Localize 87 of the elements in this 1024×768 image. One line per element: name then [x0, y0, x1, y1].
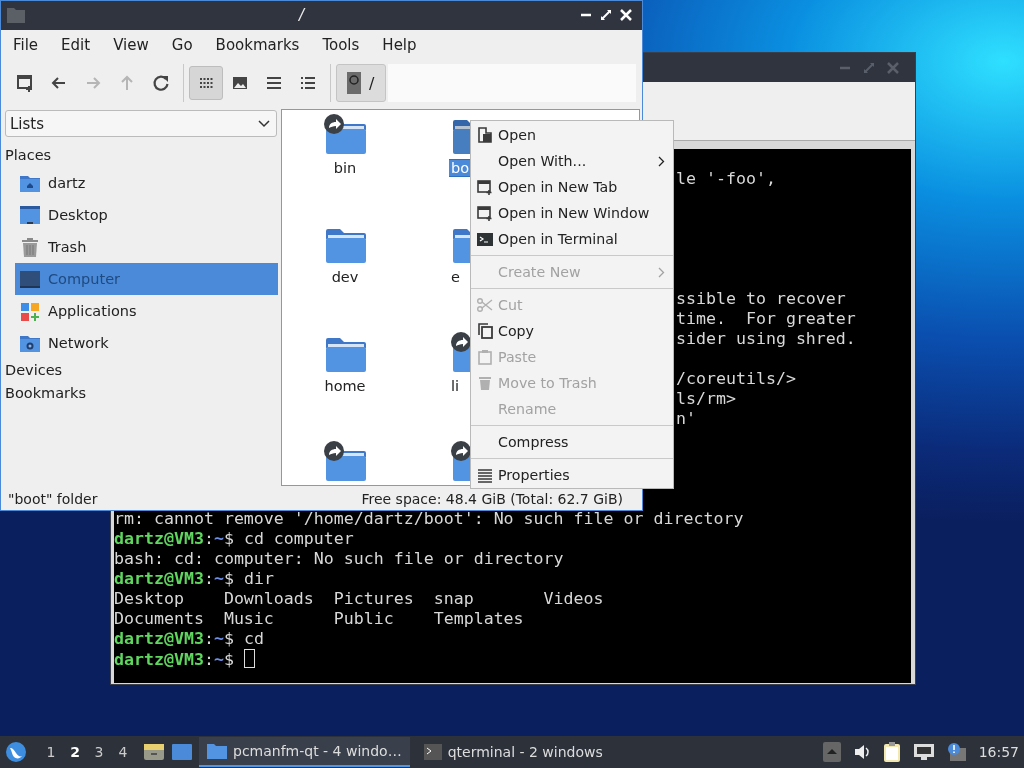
section-heading[interactable]: Devices — [5, 359, 278, 383]
terminal-line: Desktop Downloads Pictures snap Videos — [114, 589, 604, 608]
start-menu-icon[interactable] — [5, 741, 27, 763]
place-item[interactable]: Network — [15, 327, 278, 360]
terminal-prompt-line: dartz@VM3:~$ cd — [114, 629, 264, 648]
menu-item[interactable]: Edit — [51, 35, 101, 54]
clipboard-icon — [476, 348, 494, 366]
menu-item[interactable]: Open in New Tab — [471, 174, 673, 200]
terminal-icon — [423, 744, 442, 760]
place-item[interactable]: Trash — [15, 231, 278, 264]
new-window-icon — [15, 73, 35, 94]
menu-item[interactable]: Open — [471, 122, 673, 148]
file-name[interactable]: e — [449, 269, 462, 286]
menu-item[interactable]: Open in Terminal — [471, 226, 673, 252]
terminal-line: time. For greater — [676, 309, 856, 328]
terminal-line: Documents Music Public Templates — [114, 609, 524, 628]
scissors-icon — [476, 296, 494, 314]
file-name[interactable]: bin — [331, 160, 359, 177]
chevron-right-icon — [658, 156, 665, 167]
terminal-line: /coreutils/> — [676, 369, 796, 388]
menu-item[interactable]: Copy — [471, 318, 673, 344]
place-item[interactable]: Applications — [15, 295, 278, 328]
status-text: "boot" folder — [8, 490, 98, 507]
terminal-line: bash: cd: computer: No such file or directory — [114, 549, 564, 568]
menu-item[interactable]: File — [3, 35, 49, 54]
free-space-text: Free space: 48.4 GiB (Total: 62.7 GiB) — [361, 490, 623, 507]
menu-item[interactable]: Open in New Window — [471, 200, 673, 226]
clipboard-icon[interactable] — [882, 741, 901, 763]
panel-dropdown[interactable]: Lists — [5, 110, 277, 138]
icon-view-button[interactable] — [189, 66, 223, 101]
properties-icon — [476, 466, 494, 484]
place-item[interactable]: dartz — [15, 167, 278, 200]
terminal-line: le '-foo', — [676, 169, 776, 188]
file-name[interactable]: bo — [449, 160, 471, 177]
volume-icon[interactable] — [852, 743, 871, 761]
terminal-line: sider using shred. — [676, 329, 856, 348]
window-title: / — [297, 6, 307, 25]
new-tab-icon — [476, 178, 494, 196]
section-heading[interactable]: Places — [5, 144, 278, 168]
taskbar-button[interactable]: qterminal - 2 windows — [415, 737, 611, 767]
desktop-icon — [19, 204, 41, 227]
menu-item[interactable]: Properties — [471, 462, 673, 488]
chevron-right-icon — [658, 267, 665, 278]
terminal-line: rm: cannot remove '/home/dartz/boot': No such file or directory — [114, 509, 744, 528]
path-button[interactable]: / — [336, 64, 386, 103]
menu-item[interactable]: Go — [161, 35, 203, 54]
folder-icon — [7, 7, 25, 24]
desktop-switcher[interactable]: 3 — [87, 744, 111, 760]
file-name[interactable]: home — [322, 378, 368, 395]
desktop-switcher[interactable]: 2 — [63, 744, 87, 760]
clock: 16:57 — [978, 744, 1019, 760]
copy-icon — [476, 322, 494, 340]
menu-item[interactable]: Help — [372, 35, 427, 54]
place-item[interactable]: Desktop — [15, 199, 278, 232]
terminal-line: ssible to recover — [676, 289, 846, 308]
menu-item[interactable]: Bookmarks — [205, 35, 310, 54]
file-drawer-icon[interactable] — [143, 742, 165, 762]
applications-icon — [19, 300, 41, 323]
taskbar-button[interactable]: pcmanfm-qt - 4 windo… — [199, 737, 410, 767]
document-icon — [476, 126, 494, 144]
file-name[interactable]: li — [449, 378, 462, 395]
terminal-prompt-line: dartz@VM3:~$ — [114, 650, 234, 669]
tray-expand-icon[interactable] — [822, 742, 841, 762]
drive-icon — [347, 72, 361, 95]
terminal-prompt-line: dartz@VM3:~$ cd computer — [114, 529, 354, 548]
computer-icon — [19, 268, 41, 291]
menu-item[interactable]: View — [103, 35, 159, 54]
section-heading[interactable]: Bookmarks — [5, 382, 278, 406]
network-icon[interactable] — [912, 743, 935, 761]
trash-icon — [19, 236, 41, 259]
folder-icon — [207, 743, 227, 759]
desktop-icon[interactable] — [171, 743, 193, 761]
trash-icon — [476, 374, 494, 392]
terminal-prompt-line: dartz@VM3:~$ dir — [114, 569, 274, 588]
chevron-down-icon — [258, 119, 270, 128]
reload-icon — [151, 73, 171, 94]
desktop-switcher[interactable]: 1 — [39, 744, 63, 760]
terminal-line: ls/rm> — [676, 389, 736, 408]
notification-icon[interactable] — [946, 742, 967, 762]
desktop-switcher[interactable]: 4 — [111, 744, 135, 760]
new-window-icon — [476, 204, 494, 222]
menu-item[interactable]: Tools — [312, 35, 370, 54]
menu-item[interactable]: Open With... — [471, 148, 673, 174]
file-name[interactable]: dev — [329, 269, 361, 286]
terminal-icon — [476, 230, 494, 248]
terminal-line: n' — [676, 409, 696, 428]
menu-item[interactable]: Compress — [471, 429, 673, 455]
